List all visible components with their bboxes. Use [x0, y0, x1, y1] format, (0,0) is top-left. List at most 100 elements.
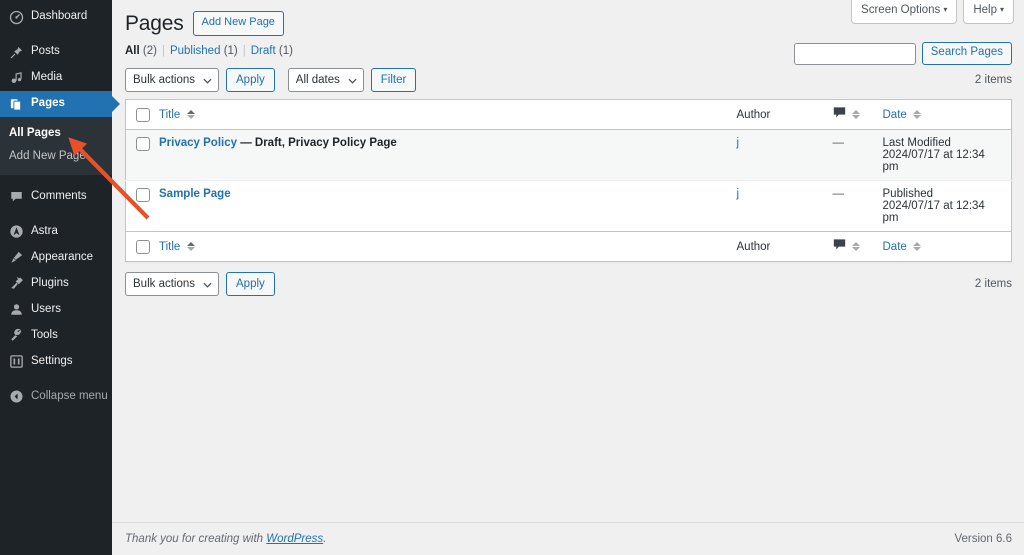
collapse-icon: [9, 389, 24, 404]
sidebar-item-label: Comments: [31, 189, 87, 202]
sidebar-subitem-all-pages[interactable]: All Pages: [0, 122, 112, 145]
column-footer-date[interactable]: Date: [873, 231, 1012, 262]
column-header-date[interactable]: Date: [873, 99, 1012, 131]
table-row: Privacy Policy — Draft, Privacy Policy P…: [125, 129, 1012, 182]
pages-icon: [9, 97, 24, 112]
help-button[interactable]: Help ▾: [963, 0, 1014, 24]
sidebar-item-astra[interactable]: Astra: [0, 219, 112, 245]
column-footer-author[interactable]: Author: [727, 231, 824, 262]
bulk-actions-select-bottom[interactable]: Bulk actions: [125, 272, 219, 297]
author-link[interactable]: j: [737, 188, 740, 200]
column-header-title[interactable]: Title: [150, 99, 728, 131]
row-author-cell: j: [727, 129, 824, 182]
page-title-link[interactable]: Sample Page: [159, 188, 231, 200]
row-title-cell: Sample Page: [150, 181, 728, 232]
sort-date-link[interactable]: Date: [883, 109, 907, 121]
filter-draft-count: (1): [278, 45, 293, 58]
sidebar-item-label: Collapse menu: [31, 389, 108, 402]
sidebar-item-label: Media: [31, 71, 63, 84]
sort-title-link[interactable]: Title: [159, 241, 180, 253]
table-header-row: Title Author Date: [125, 99, 1012, 131]
wrench-icon: [9, 328, 24, 343]
sidebar-item-comments[interactable]: Comments: [0, 184, 112, 210]
sidebar-submenu-pages: All Pages Add New Page: [0, 117, 112, 175]
plug-icon: [9, 276, 24, 291]
tablenav-top: Bulk actions Apply All dates Filter 2 it…: [125, 57, 1012, 99]
chevron-down-icon: ▾: [943, 5, 948, 14]
filter-separator: |: [242, 45, 246, 58]
comments-count: —: [832, 188, 845, 201]
select-all-checkbox-top[interactable]: [136, 107, 150, 122]
author-link[interactable]: j: [737, 137, 740, 149]
sidebar-subitem-add-new-page[interactable]: Add New Page: [0, 145, 112, 168]
dashboard-icon: [9, 10, 24, 25]
bulk-actions-select-top[interactable]: Bulk actions: [125, 68, 219, 93]
page-title-link[interactable]: Privacy Policy: [159, 137, 237, 149]
media-icon: [9, 71, 24, 86]
settings-icon: [9, 354, 24, 369]
sidebar-item-settings[interactable]: Settings: [0, 349, 112, 375]
column-footer-comments[interactable]: [823, 231, 874, 262]
sidebar-item-media[interactable]: Media: [0, 65, 112, 91]
comments-count: —: [832, 137, 845, 150]
table-body: Privacy Policy — Draft, Privacy Policy P…: [125, 129, 1012, 232]
apply-button-bottom[interactable]: Apply: [226, 272, 275, 297]
sort-indicator-icon: [913, 109, 921, 119]
row-checkbox[interactable]: [136, 137, 150, 152]
wordpress-link[interactable]: WordPress: [266, 533, 323, 545]
row-author-cell: j: [728, 181, 824, 232]
column-author-label: Author: [736, 240, 771, 253]
sidebar-item-users[interactable]: Users: [0, 297, 112, 323]
sidebar-item-label: Pages: [31, 97, 65, 110]
sort-title-link[interactable]: Title: [159, 109, 180, 121]
help-label: Help: [973, 4, 997, 16]
filter-published-link[interactable]: Published: [170, 45, 221, 57]
sidebar-item-tools[interactable]: Tools: [0, 323, 112, 349]
screen-meta-links: Screen Options ▾ Help ▾: [851, 0, 1014, 24]
sidebar-item-plugins[interactable]: Plugins: [0, 271, 112, 297]
sort-date-link[interactable]: Date: [883, 241, 907, 253]
row-date-cell: Last Modified 2024/07/17 at 12:34 pm: [873, 129, 1012, 182]
sidebar-item-appearance[interactable]: Appearance: [0, 245, 112, 271]
sidebar-item-label: Posts: [31, 45, 60, 58]
sidebar-item-label: Users: [31, 302, 62, 315]
screen-options-button[interactable]: Screen Options ▾: [851, 0, 958, 24]
table-head: Title Author Date: [125, 99, 1012, 131]
sort-indicator-icon: [851, 241, 860, 251]
sidebar-item-dashboard[interactable]: Dashboard: [0, 4, 112, 30]
column-header-comments[interactable]: [823, 99, 874, 131]
filter-draft[interactable]: Draft (1): [251, 45, 293, 57]
add-new-page-button[interactable]: Add New Page: [192, 11, 284, 36]
sidebar-item-posts[interactable]: Posts: [0, 39, 112, 65]
admin-sidebar: Dashboard Posts Media Pages All Pages Ad…: [0, 0, 112, 555]
apply-button-top[interactable]: Apply: [226, 68, 275, 93]
comment-bubble-icon: [833, 239, 846, 254]
footer-thanks-prefix: Thank you for creating with: [125, 533, 267, 545]
filter-all-link[interactable]: All: [125, 45, 140, 57]
row-comments-cell: —: [823, 129, 874, 182]
filter-button[interactable]: Filter: [370, 68, 417, 93]
bulk-actions-select-wrap-bottom: Bulk actions: [125, 272, 219, 297]
dates-filter-select[interactable]: All dates: [287, 68, 364, 93]
column-header-author[interactable]: Author: [727, 99, 824, 131]
column-footer-title[interactable]: Title: [150, 231, 728, 262]
pin-icon: [9, 45, 24, 60]
filter-all[interactable]: All (2): [125, 45, 157, 57]
sidebar-item-label: Settings: [31, 354, 73, 367]
row-select-cell: [125, 129, 150, 182]
row-checkbox[interactable]: [136, 188, 150, 203]
date-status: Published: [882, 188, 934, 201]
dates-select-wrap: All dates: [287, 68, 364, 93]
filter-draft-link[interactable]: Draft: [251, 45, 276, 57]
sidebar-item-collapse-menu[interactable]: Collapse menu: [0, 384, 112, 410]
sidebar-subitem-label: All Pages: [9, 127, 61, 139]
comment-icon: [9, 189, 24, 204]
date-value: 2024/07/17 at 12:34 pm: [882, 149, 985, 174]
displaying-num-top: 2 items: [974, 74, 1012, 87]
sort-indicator-icon: [913, 241, 921, 251]
filter-published[interactable]: Published (1): [170, 45, 238, 57]
post-state-label: — Draft, Privacy Policy Page: [240, 137, 397, 150]
sort-indicator-icon: [186, 241, 195, 251]
sidebar-item-pages[interactable]: Pages: [0, 91, 112, 117]
select-all-checkbox-bottom[interactable]: [136, 239, 150, 254]
